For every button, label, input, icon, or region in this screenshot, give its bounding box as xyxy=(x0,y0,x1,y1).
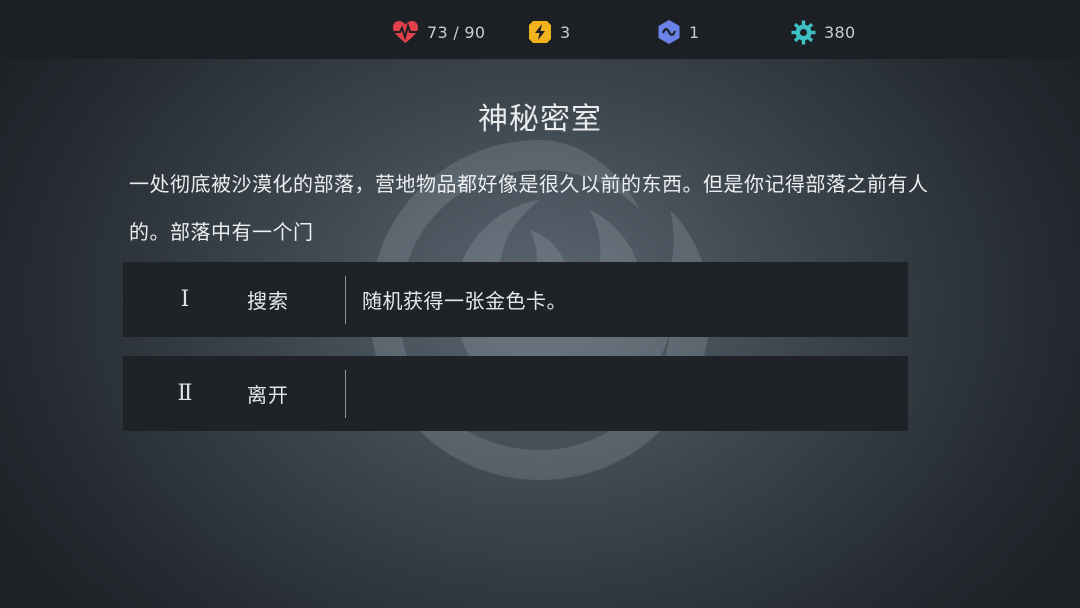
gear-value: 380 xyxy=(824,22,856,42)
heart-pulse-icon xyxy=(392,20,419,45)
choice-label: 搜索 xyxy=(247,289,289,313)
gear-icon xyxy=(791,20,816,45)
lightning-icon xyxy=(528,20,552,44)
health-stat: 73 / 90 xyxy=(392,18,485,46)
divider xyxy=(345,369,346,418)
wave-shield-icon xyxy=(657,19,681,45)
choice-leave[interactable]: Ⅱ 离开 xyxy=(123,356,908,431)
energy-value: 3 xyxy=(560,22,571,42)
status-bar: 73 / 90 3 1 380 xyxy=(0,0,1080,59)
health-value: 73 / 90 xyxy=(427,22,486,42)
choice-numeral: Ⅱ xyxy=(177,381,193,406)
shield-value: 1 xyxy=(689,22,700,42)
energy-stat: 3 xyxy=(528,18,570,46)
event-description: 一处彻底被沙漠化的部落，营地物品都好像是很久以前的东西。但是你记得部落之前有人的… xyxy=(129,172,929,244)
choice-search[interactable]: Ⅰ 搜索 随机获得一张金色卡。 xyxy=(123,262,908,337)
choice-numeral: Ⅰ xyxy=(180,287,190,312)
event-title: 神秘密室 xyxy=(478,102,602,137)
shield-stat: 1 xyxy=(657,18,699,46)
choice-result: 随机获得一张金色卡。 xyxy=(362,289,567,313)
gear-stat: 380 xyxy=(791,18,855,46)
choice-label: 离开 xyxy=(247,383,289,407)
